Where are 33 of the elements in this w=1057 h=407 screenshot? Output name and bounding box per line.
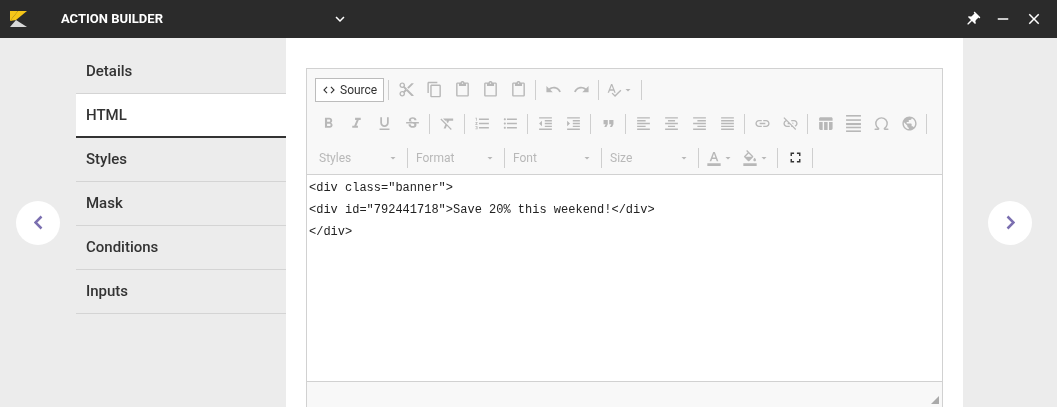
logo-icon — [10, 11, 27, 27]
window-title: ACTION BUILDER — [61, 10, 163, 29]
source-button[interactable]: Source — [315, 77, 385, 102]
copy-icon — [425, 81, 443, 98]
bulleted-list-icon — [501, 115, 519, 132]
spellcheck-icon — [606, 81, 623, 98]
text-color-icon — [706, 149, 722, 166]
code-line: <div id="792441718">Save 20% this weekend!</div> — [309, 202, 656, 219]
align-center-icon — [662, 115, 680, 132]
cut-icon — [397, 81, 415, 98]
paste-icon — [453, 81, 471, 98]
outdent-icon — [536, 115, 554, 132]
code-line: </div> — [309, 224, 354, 241]
previous-button[interactable] — [16, 200, 60, 245]
globe-icon — [900, 115, 918, 132]
sidebar-item[interactable]: HTML — [76, 94, 286, 138]
align-justify-icon — [718, 115, 736, 132]
chevron-right-icon — [1005, 215, 1015, 230]
code-line: <div class="banner"> — [309, 180, 455, 197]
next-button[interactable] — [988, 200, 1032, 245]
paste-icon — [481, 81, 499, 98]
resize-handle-icon[interactable] — [931, 396, 939, 404]
numbered-list-icon — [473, 115, 491, 132]
background-color-icon — [742, 149, 758, 166]
horizontal-line-icon — [844, 115, 862, 132]
align-left-icon — [634, 115, 652, 132]
chevron-left-icon — [33, 215, 43, 230]
align-right-icon — [690, 115, 708, 132]
unlink-icon — [781, 115, 799, 132]
paste-icon — [509, 81, 527, 98]
table-icon — [816, 115, 834, 132]
omega-icon — [872, 115, 890, 132]
indent-icon — [564, 115, 582, 132]
